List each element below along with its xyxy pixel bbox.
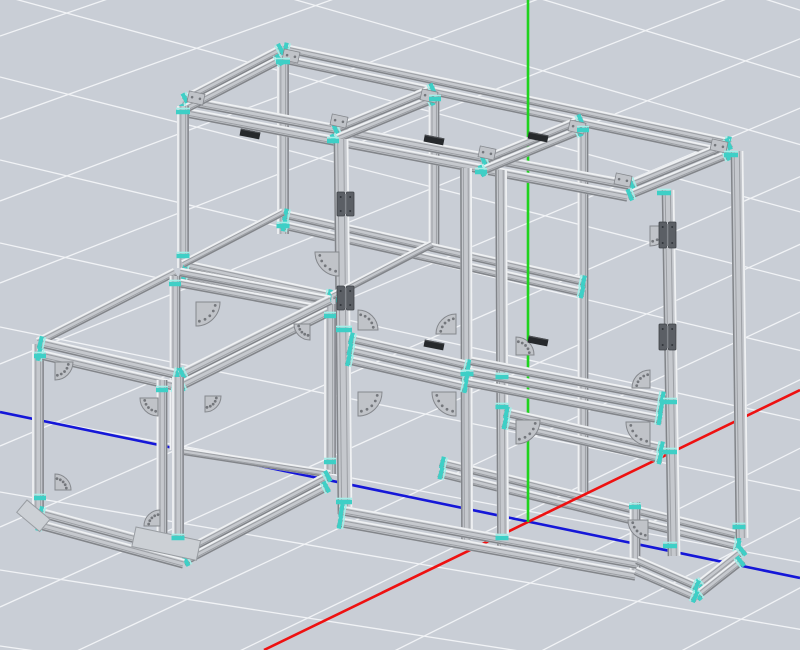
cad-canvas[interactable] [0,0,800,650]
3d-viewport[interactable] [0,0,800,650]
